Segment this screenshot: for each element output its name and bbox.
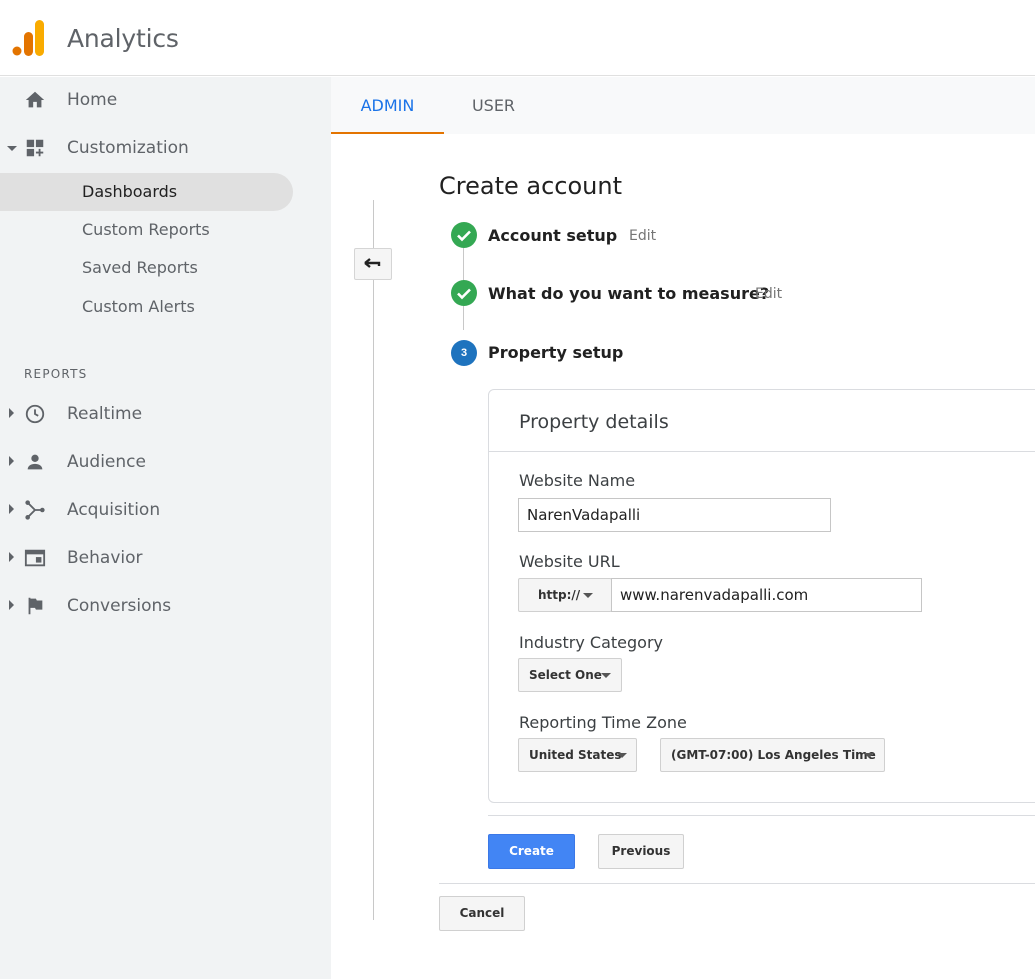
sidebar-item-realtime[interactable]: Realtime <box>0 394 331 434</box>
sidebar-item-home[interactable]: Home <box>0 80 331 120</box>
previous-button[interactable]: Previous <box>598 834 684 869</box>
sidebar-item-label: Realtime <box>67 404 143 424</box>
sidebar-item-label: Audience <box>67 452 146 472</box>
create-button[interactable]: Create <box>488 834 575 869</box>
tab-user[interactable]: USER <box>444 77 543 134</box>
website-name-label: Website Name <box>519 471 636 490</box>
chevron-down-icon <box>601 673 611 678</box>
sidebar-item-custom-alerts[interactable]: Custom Alerts <box>0 288 293 326</box>
step-connector <box>463 306 464 330</box>
industry-category-select[interactable]: Select One <box>518 658 622 692</box>
time-zone-value: (GMT-07:00) Los Angeles Time <box>671 748 876 762</box>
step-label: Account setup <box>488 226 618 245</box>
sidebar-item-label: Acquisition <box>67 500 161 520</box>
back-button[interactable] <box>354 248 392 280</box>
app-title: Analytics <box>67 24 179 53</box>
time-zone-select[interactable]: (GMT-07:00) Los Angeles Time <box>660 738 885 772</box>
sidebar-item-label: Dashboards <box>82 182 178 201</box>
top-bar: Analytics <box>0 0 1035 76</box>
check-icon <box>451 280 477 306</box>
analytics-logo-icon[interactable] <box>12 20 46 56</box>
edit-link[interactable]: Edit <box>629 228 656 244</box>
protocol-value: http:// <box>538 588 581 602</box>
cancel-button[interactable]: Cancel <box>439 896 525 931</box>
sidebar-item-label: Conversions <box>67 596 172 616</box>
acquisition-icon <box>25 500 45 520</box>
person-icon <box>27 454 43 470</box>
industry-value: Select One <box>529 668 602 682</box>
chevron-right-icon <box>9 408 14 418</box>
edit-link[interactable]: Edit <box>755 286 782 302</box>
sidebar-item-customization[interactable]: Customization <box>0 128 331 168</box>
card-header: Property details <box>489 390 1035 452</box>
clock-icon <box>25 404 45 424</box>
sidebar-item-dashboards[interactable]: Dashboards <box>0 173 293 211</box>
flag-icon <box>28 597 43 615</box>
industry-category-label: Industry Category <box>519 633 663 652</box>
chevron-right-icon <box>9 600 14 610</box>
website-url-input[interactable] <box>611 578 922 612</box>
sidebar-item-custom-reports[interactable]: Custom Reports <box>0 211 293 249</box>
sidebar-item-label: Home <box>67 90 118 110</box>
country-value: United States <box>529 748 622 762</box>
step-label: Property setup <box>488 343 624 362</box>
chevron-down-icon <box>583 593 593 598</box>
website-name-input[interactable] <box>518 498 831 532</box>
page-title: Create account <box>439 172 622 200</box>
step-number-badge: 3 <box>451 340 477 366</box>
card-title: Property details <box>519 411 669 433</box>
chevron-right-icon <box>9 456 14 466</box>
chevron-down-icon <box>7 146 17 151</box>
protocol-select[interactable]: http:// <box>518 578 612 612</box>
behavior-icon <box>24 549 46 567</box>
sidebar-item-label: Custom Reports <box>82 220 210 239</box>
step-label: What do you want to measure? <box>488 284 770 303</box>
step-connector <box>463 248 464 284</box>
dashboard-grid-icon <box>26 139 44 157</box>
country-select[interactable]: United States <box>518 738 637 772</box>
tab-bar: ADMIN USER <box>331 77 1035 134</box>
divider <box>488 815 1035 816</box>
time-zone-label: Reporting Time Zone <box>519 713 687 732</box>
reports-section-label: REPORTS <box>24 367 88 381</box>
divider <box>439 883 1035 884</box>
home-icon <box>25 91 45 108</box>
website-url-label: Website URL <box>519 552 620 571</box>
sidebar-item-audience[interactable]: Audience <box>0 442 331 482</box>
sidebar-item-acquisition[interactable]: Acquisition <box>0 490 331 530</box>
sidebar-item-conversions[interactable]: Conversions <box>0 586 331 626</box>
sidebar-item-label: Customization <box>67 138 189 158</box>
check-icon <box>451 222 477 248</box>
sidebar-item-label: Saved Reports <box>82 258 198 277</box>
chevron-down-icon <box>864 753 874 758</box>
property-details-card: Property details Website Name Website UR… <box>488 389 1035 803</box>
sidebar-item-saved-reports[interactable]: Saved Reports <box>0 249 293 287</box>
tab-admin[interactable]: ADMIN <box>331 77 444 134</box>
chevron-down-icon <box>617 753 627 758</box>
chevron-right-icon <box>9 552 14 562</box>
sidebar: Home Customization Dashboards Custom Rep… <box>0 77 331 979</box>
sidebar-item-label: Behavior <box>67 548 143 568</box>
back-arrow-icon <box>364 258 381 268</box>
divider <box>373 200 374 920</box>
sidebar-item-label: Custom Alerts <box>82 297 195 316</box>
chevron-right-icon <box>9 504 14 514</box>
sidebar-item-behavior[interactable]: Behavior <box>0 538 331 578</box>
